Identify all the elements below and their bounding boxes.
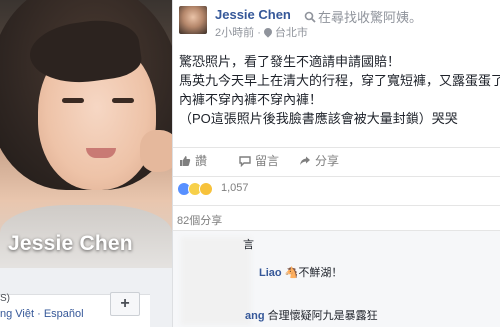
- like-label: 讚: [195, 154, 208, 168]
- post-line: 馬英九今天早上在清大的行程，穿了寬短褲，又露蛋蛋了: [179, 73, 500, 88]
- blurred-avatars: [181, 237, 251, 325]
- post-line: （PO這張照片後我臉書應該會被大量封鎖）哭哭: [179, 111, 458, 126]
- comment-button[interactable]: 留言: [239, 152, 279, 169]
- share-button[interactable]: 分享: [299, 152, 339, 169]
- share-label: 分享: [315, 154, 340, 168]
- share-count[interactable]: 82個分享: [177, 212, 222, 228]
- activity-status: 在尋找收驚阿姨。: [304, 7, 422, 26]
- post-card: Jessie Chen 在尋找收驚阿姨。 2小時前 · 台北市 驚恐照片，看了發…: [172, 0, 500, 327]
- profile-name[interactable]: Jessie Chen: [8, 232, 133, 256]
- thumbs-up-icon: [180, 156, 191, 166]
- post-body: 驚恐照片，看了發生不適請申請國賠！ 馬英九今天早上在清大的行程，穿了寬短褲，又露…: [179, 52, 500, 128]
- comment-item: ang 合理懷疑阿九是暴露狂: [245, 307, 378, 323]
- reactions-bar[interactable]: 1,057: [173, 176, 500, 198]
- author-avatar[interactable]: [179, 6, 207, 34]
- post-actions: 讚 留言 分享: [173, 147, 500, 169]
- comment-author[interactable]: ang: [245, 310, 265, 322]
- post-line: 驚恐照片，看了發生不適請申請國賠！: [179, 54, 401, 69]
- profile-panel: Jessie Chen S) ng Việt · Español +: [0, 0, 172, 327]
- add-language-button[interactable]: +: [110, 292, 140, 316]
- post-location[interactable]: 台北市: [275, 27, 308, 39]
- language-label: S): [0, 293, 10, 304]
- comment-item: Liao 🐴不鮮湖！: [259, 264, 342, 280]
- facebook-screenshot: Jessie Chen S) ng Việt · Español + Jessi…: [0, 0, 500, 327]
- comment-author[interactable]: Liao: [259, 267, 282, 279]
- share-arrow-icon: [300, 156, 310, 165]
- activity-text: 在尋找收驚阿姨。: [318, 10, 423, 25]
- post-line: 內褲不穿內褲不穿內褲！: [179, 92, 323, 107]
- comment-text: 🐴不鮮湖！: [284, 267, 343, 279]
- shares-row: 82個分享: [173, 205, 500, 227]
- post-meta: 2小時前 · 台北市: [215, 26, 308, 39]
- post-time[interactable]: 2小時前: [215, 27, 254, 39]
- comment-item: 言: [243, 236, 254, 252]
- comment-label: 留言: [255, 154, 280, 168]
- author-name[interactable]: Jessie Chen: [215, 7, 291, 22]
- search-icon: [304, 11, 316, 23]
- profile-photo[interactable]: Jessie Chen: [0, 0, 172, 268]
- comments-section: 言 Liao 🐴不鮮湖！ ang 合理懷疑阿九是暴露狂: [173, 230, 500, 327]
- language-links[interactable]: ng Việt · Español: [0, 308, 84, 320]
- comment-icon: [239, 156, 251, 168]
- comment-text: 言: [243, 239, 254, 251]
- like-button[interactable]: 讚: [179, 152, 207, 169]
- comment-text: 合理懷疑阿九是暴露狂: [267, 310, 378, 322]
- haha-reaction-icon: [199, 182, 213, 196]
- reaction-count[interactable]: 1,057: [221, 182, 249, 194]
